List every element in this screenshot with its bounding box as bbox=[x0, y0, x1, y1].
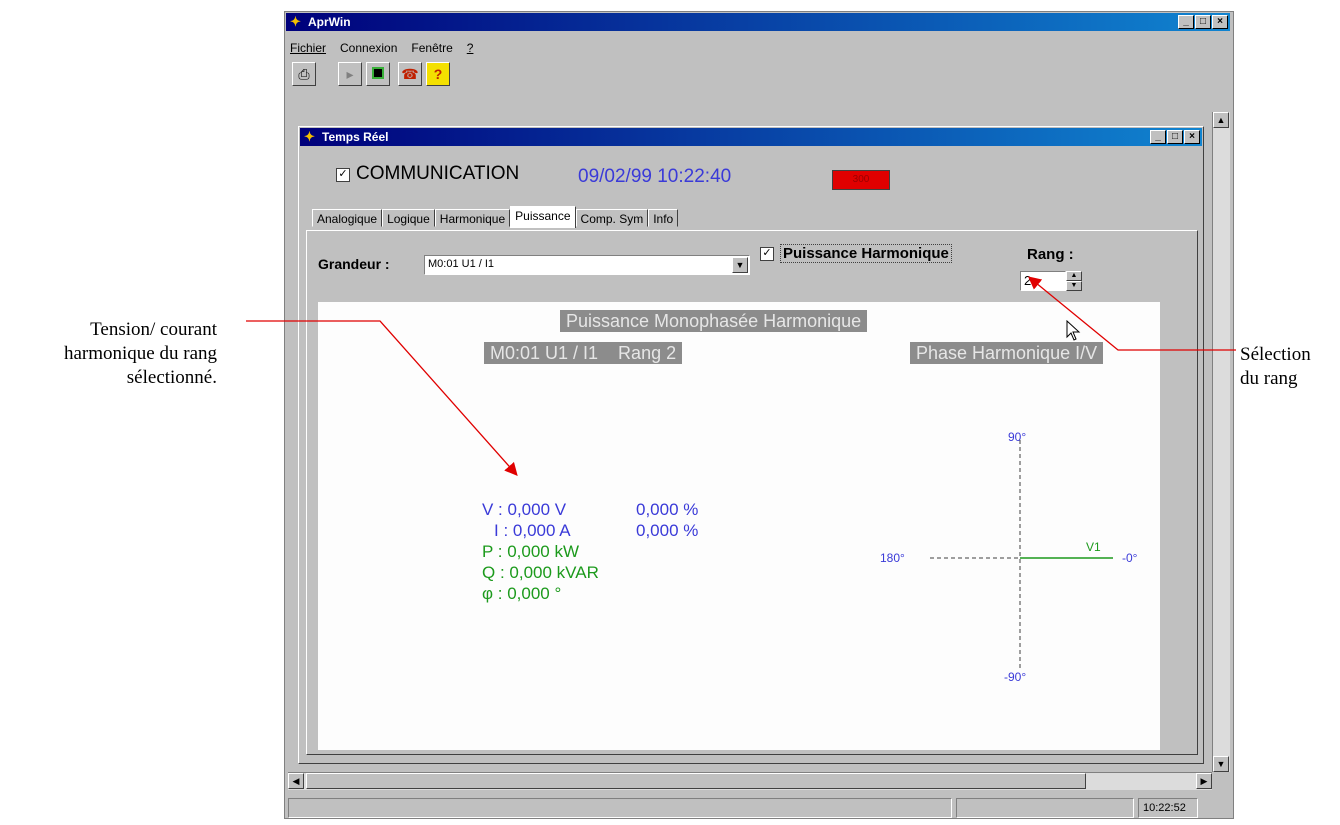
status-pane-mid bbox=[956, 798, 1134, 818]
right-callout-arrow bbox=[1027, 276, 1236, 351]
scroll-right-icon[interactable]: ▶ bbox=[1196, 773, 1212, 789]
scroll-left-icon[interactable]: ◀ bbox=[288, 773, 304, 789]
status-bar: 10:22:52 bbox=[288, 798, 1228, 818]
left-callout-arrow bbox=[246, 320, 518, 476]
scroll-thumb[interactable] bbox=[306, 773, 1086, 789]
horizontal-scrollbar[interactable]: ◀ ▶ bbox=[288, 772, 1212, 790]
status-pane-main bbox=[288, 798, 952, 818]
annotation-arrows bbox=[246, 276, 1236, 476]
status-time: 10:22:52 bbox=[1138, 798, 1198, 818]
